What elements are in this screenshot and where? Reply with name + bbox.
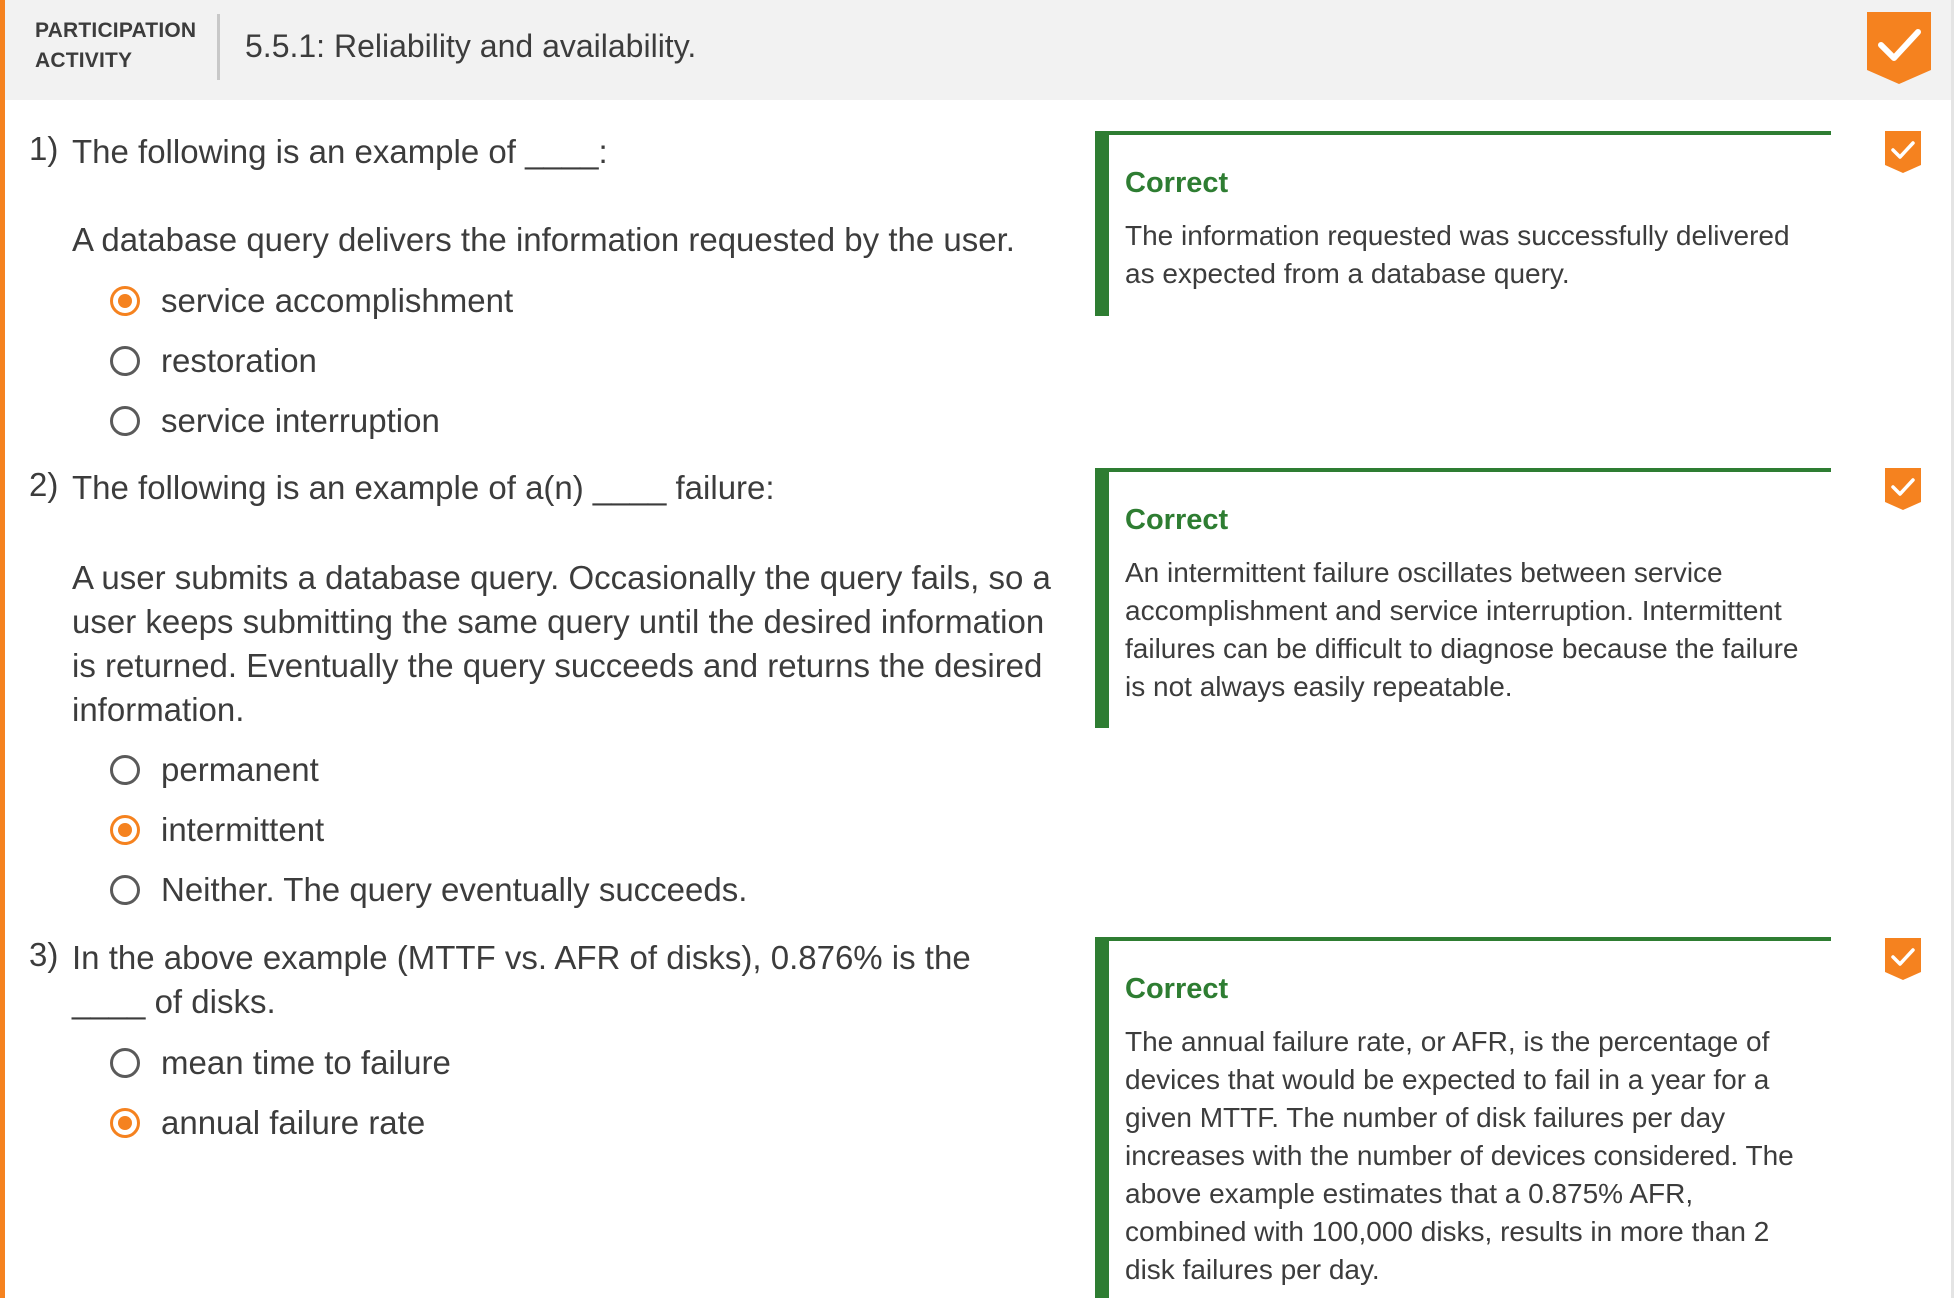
radio-button[interactable] (110, 406, 140, 436)
answer-option[interactable]: mean time to failure (110, 1041, 451, 1085)
radio-button-selected[interactable] (110, 815, 140, 845)
activity-header: PARTICIPATION ACTIVITY 5.5.1: Reliabilit… (5, 0, 1951, 100)
question-prompt: The following is an example of a(n) ____… (72, 469, 775, 506)
radio-button[interactable] (110, 346, 140, 376)
question-scenario: A user submits a database query. Occasio… (72, 559, 1051, 728)
feedback-title: Correct (1125, 973, 1229, 1005)
activity-type-line2: ACTIVITY (35, 49, 133, 72)
option-label: annual failure rate (161, 1104, 426, 1141)
radio-button-selected[interactable] (110, 286, 140, 316)
header-divider (217, 14, 220, 80)
question-prompt: In the above example (MTTF vs. AFR of di… (72, 939, 971, 1020)
feedback-text: The information requested was successful… (1125, 220, 1790, 289)
radio-button[interactable] (110, 755, 140, 785)
option-label: permanent (161, 751, 319, 788)
question-number: 1) (29, 130, 59, 167)
activity-title: 5.5.1: Reliability and availability. (245, 28, 697, 64)
answer-option[interactable]: service interruption (110, 399, 440, 443)
feedback-panel: Correct The annual failure rate, or AFR,… (1095, 937, 1831, 1298)
question-number: 3) (29, 936, 59, 973)
feedback-panel: Correct The information requested was su… (1095, 131, 1831, 316)
option-label: service accomplishment (161, 282, 514, 319)
feedback-panel: Correct An intermittent failure oscillat… (1095, 468, 1831, 728)
option-label: intermittent (161, 811, 325, 848)
completed-check-icon (1885, 938, 1921, 980)
feedback-text: An intermittent failure oscillates betwe… (1125, 557, 1799, 702)
answer-option[interactable]: service accomplishment (110, 279, 513, 323)
feedback-title: Correct (1125, 504, 1229, 536)
radio-button[interactable] (110, 1048, 140, 1078)
question-prompt: The following is an example of ____: (72, 133, 608, 170)
completed-check-icon (1885, 468, 1921, 510)
answer-option[interactable]: restoration (110, 339, 317, 383)
option-label: Neither. The query eventually succeeds. (161, 871, 748, 908)
radio-button[interactable] (110, 875, 140, 905)
feedback-text: The annual failure rate, or AFR, is the … (1125, 1026, 1794, 1285)
feedback-title: Correct (1125, 167, 1229, 199)
checkmark-badge-icon (1867, 12, 1931, 84)
question-number: 2) (29, 466, 59, 503)
option-label: restoration (161, 342, 317, 379)
answer-option[interactable]: annual failure rate (110, 1101, 425, 1145)
activity-type-line1: PARTICIPATION (35, 19, 197, 42)
activity-type-label: PARTICIPATION ACTIVITY (35, 16, 205, 76)
completed-check-icon (1885, 131, 1921, 173)
radio-button-selected[interactable] (110, 1108, 140, 1138)
option-label: mean time to failure (161, 1044, 451, 1081)
question-scenario: A database query delivers the informatio… (72, 221, 1015, 258)
option-label: service interruption (161, 402, 440, 439)
answer-option[interactable]: intermittent (110, 808, 324, 852)
answer-option[interactable]: Neither. The query eventually succeeds. (110, 868, 747, 912)
participation-activity: PARTICIPATION ACTIVITY 5.5.1: Reliabilit… (0, 0, 1954, 1298)
answer-option[interactable]: permanent (110, 748, 319, 792)
